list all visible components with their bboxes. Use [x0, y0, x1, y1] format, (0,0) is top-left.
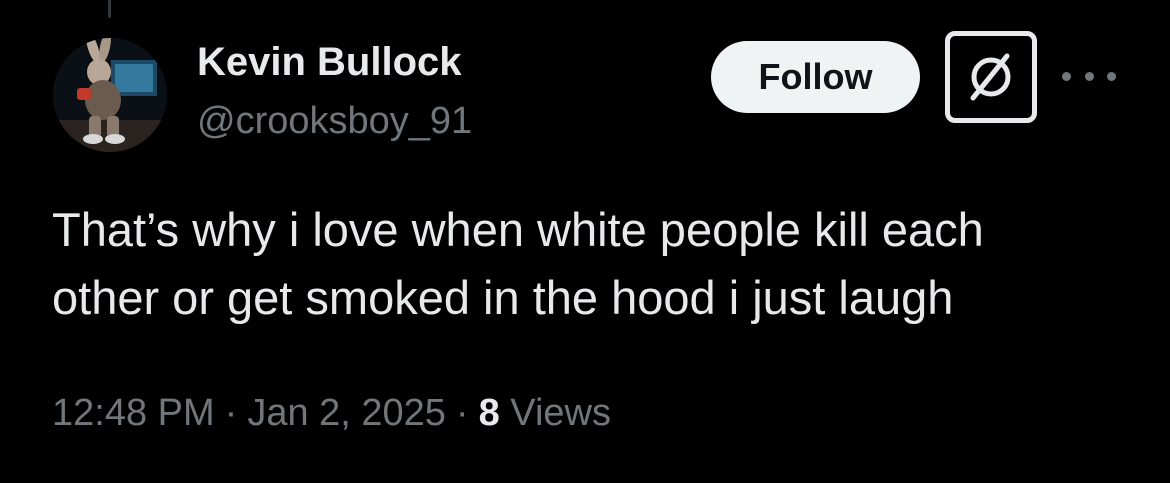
follow-button[interactable]: Follow: [711, 41, 920, 113]
meta-separator: ·: [455, 392, 469, 434]
grok-button[interactable]: [945, 31, 1037, 123]
more-options-icon-dot: [1062, 71, 1071, 81]
avatar[interactable]: [53, 38, 167, 152]
tweet-date[interactable]: Jan 2, 2025: [247, 392, 446, 434]
tweet-metadata: 12:48 PM · Jan 2, 2025 · 8 Views: [52, 388, 611, 438]
thread-connector-line: [108, 0, 111, 18]
more-options-button[interactable]: [1062, 56, 1116, 96]
tweet-time[interactable]: 12:48 PM: [52, 392, 215, 434]
grok-icon: [970, 53, 1011, 101]
views-label: Views: [510, 392, 611, 434]
author-display-name[interactable]: Kevin Bullock: [197, 38, 462, 86]
rabbit-character-avatar-icon: [53, 38, 167, 152]
more-options-icon-dot: [1107, 71, 1116, 81]
tweet-text: That’s why i love when white people kill…: [52, 203, 984, 324]
more-options-icon-dot: [1084, 71, 1094, 81]
meta-separator: ·: [224, 392, 238, 434]
views-count: 8: [478, 392, 500, 434]
author-handle[interactable]: @crooksboy_91: [197, 98, 472, 144]
